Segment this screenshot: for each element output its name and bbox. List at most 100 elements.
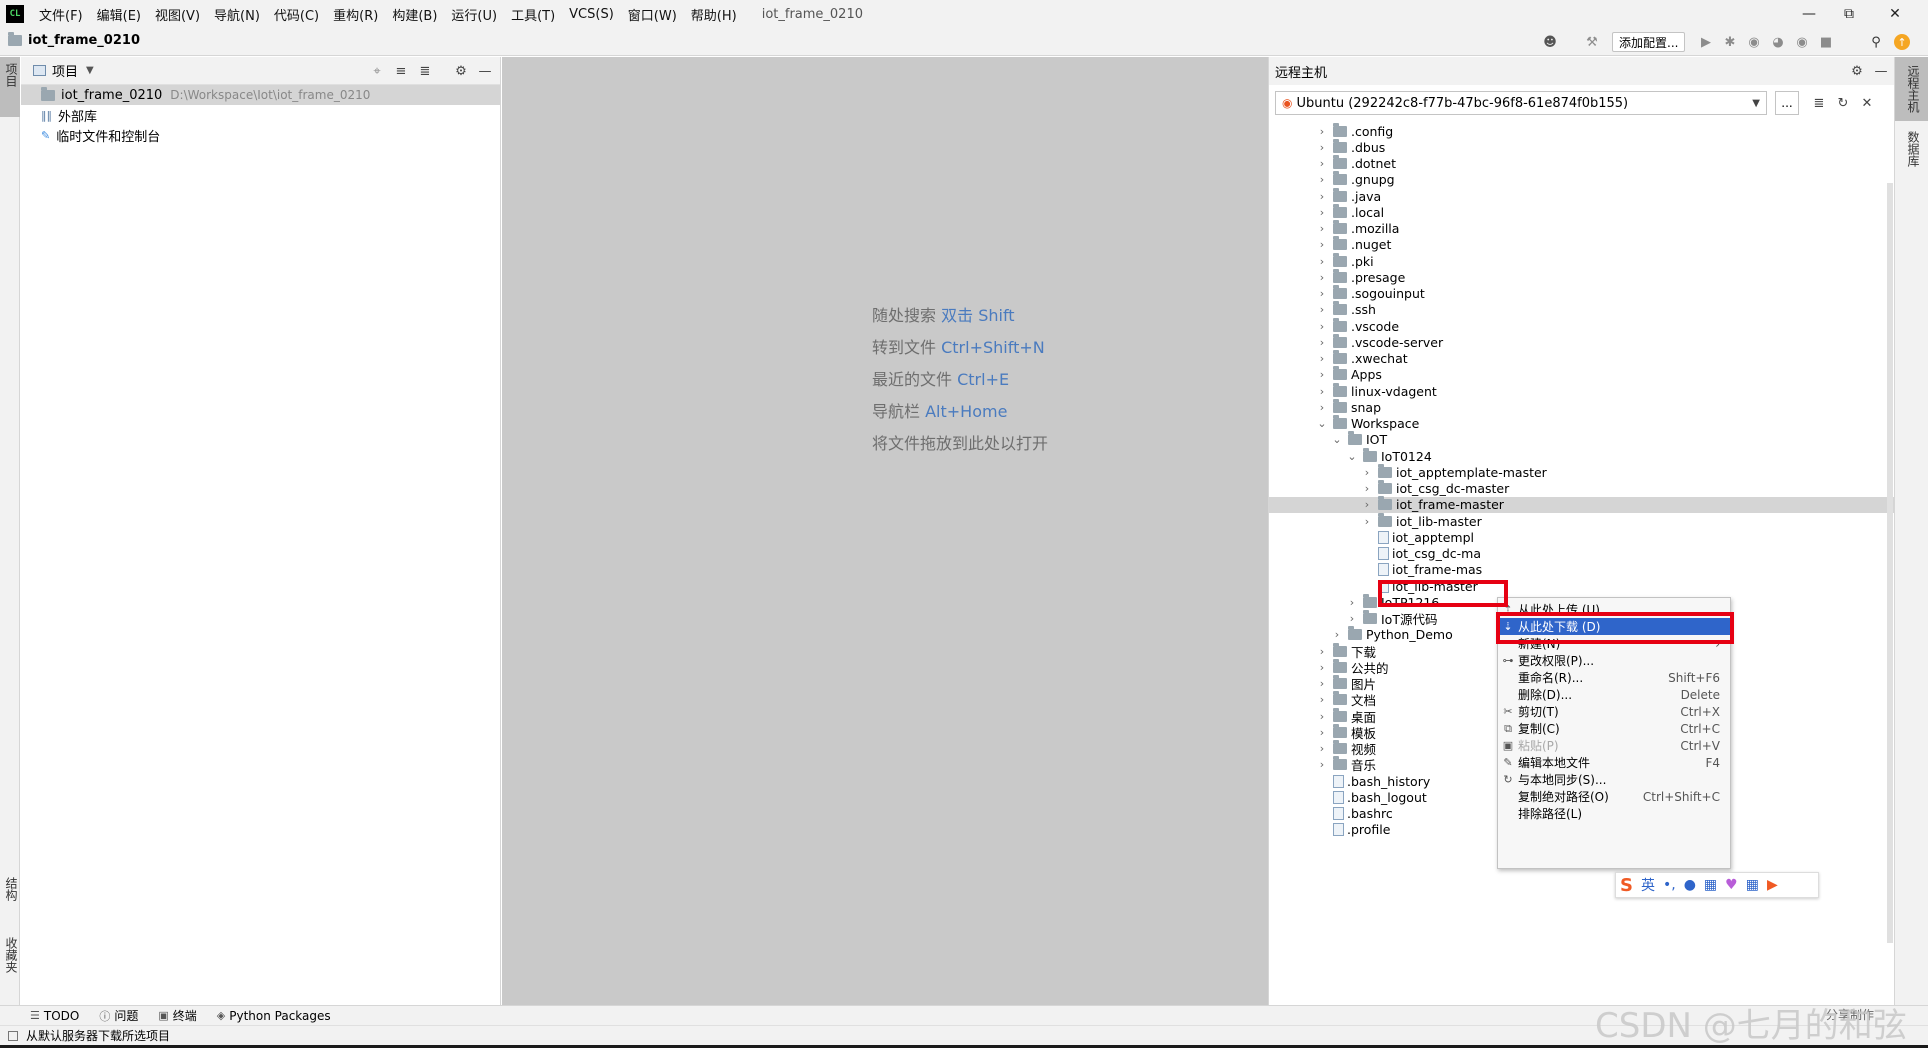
refresh-icon[interactable]: ↻ bbox=[1835, 95, 1851, 111]
close-icon[interactable]: ✕ bbox=[1859, 95, 1875, 111]
breadcrumb[interactable]: iot_frame_0210 bbox=[8, 32, 140, 48]
chevron-right-icon[interactable]: › bbox=[1315, 352, 1329, 365]
restore-icon[interactable]: ⧉ bbox=[1826, 0, 1872, 28]
chevron-right-icon[interactable]: › bbox=[1315, 726, 1329, 739]
gear-icon[interactable]: ⚙ bbox=[1849, 63, 1865, 79]
context-menu-item[interactable]: ▣ 粘贴(P) Ctrl+V bbox=[1498, 737, 1730, 754]
remote-tree-row[interactable]: › .dbus bbox=[1269, 138, 1895, 155]
project-tree-external-libs[interactable]: ‖‖ 外部库 bbox=[21, 105, 500, 125]
menu-item-5[interactable]: 重构(R) bbox=[326, 5, 385, 24]
menu-item-11[interactable]: 帮助(H) bbox=[684, 5, 744, 24]
stop-icon[interactable]: ■ bbox=[1818, 34, 1834, 50]
context-menu-item[interactable]: ↻ 与本地同步(S)... bbox=[1498, 771, 1730, 788]
chevron-right-icon[interactable]: › bbox=[1315, 157, 1329, 170]
chevron-right-icon[interactable]: › bbox=[1315, 401, 1329, 414]
locate-icon[interactable]: ⌖ bbox=[369, 63, 385, 79]
remote-tree-row[interactable]: › snap bbox=[1269, 398, 1895, 415]
tool-tab[interactable]: ⓘ 问题 bbox=[99, 1007, 138, 1024]
editor-area[interactable]: 随处搜索 双击 Shift 转到文件 Ctrl+Shift+N 最近的文件 Ctrl… bbox=[502, 57, 1268, 1005]
grid-icon[interactable]: ▦ bbox=[1746, 877, 1759, 893]
chevron-down-icon[interactable]: ⌄ bbox=[1345, 450, 1359, 463]
remote-tree-row[interactable]: iot_csg_dc-ma bbox=[1269, 546, 1895, 562]
remote-tree-row[interactable]: › .nuget bbox=[1269, 236, 1895, 253]
chevron-right-icon[interactable]: › bbox=[1315, 742, 1329, 755]
chevron-right-icon[interactable]: › bbox=[1345, 612, 1359, 625]
collapse-all-icon[interactable]: ≣ bbox=[417, 63, 433, 79]
host-select[interactable]: ◉ Ubuntu (292242c8-f77b-47bc-96f8-61e874… bbox=[1275, 91, 1767, 115]
remote-tree-row[interactable]: › .java bbox=[1269, 187, 1895, 204]
chevron-down-icon[interactable]: ⌄ bbox=[1330, 433, 1344, 446]
remote-host-tab[interactable]: 远程主机 bbox=[1905, 65, 1922, 113]
remote-tree-row[interactable]: › .dotnet bbox=[1269, 155, 1895, 172]
attach-icon[interactable]: ◉ bbox=[1794, 34, 1810, 50]
project-tree-root[interactable]: iot_frame_0210 D:\Workspace\Iot\iot_fram… bbox=[21, 85, 500, 105]
remote-tree-row[interactable]: › .vscode bbox=[1269, 317, 1895, 334]
gear-icon[interactable]: ⚙ bbox=[453, 63, 469, 79]
browse-button[interactable]: ... bbox=[1775, 91, 1799, 115]
chevron-right-icon[interactable]: › bbox=[1315, 368, 1329, 381]
chevron-right-icon[interactable]: › bbox=[1315, 222, 1329, 235]
chevron-right-icon[interactable]: › bbox=[1315, 758, 1329, 771]
chevron-right-icon[interactable]: › bbox=[1315, 661, 1329, 674]
remote-tree-row[interactable]: iot_frame-mas bbox=[1269, 562, 1895, 578]
add-configuration-button[interactable]: 添加配置... bbox=[1612, 32, 1686, 52]
menu-item-7[interactable]: 运行(U) bbox=[444, 5, 504, 24]
remote-tree-row[interactable]: › iot_csg_dc-master bbox=[1269, 480, 1895, 497]
remote-tree-row[interactable]: › .gnupg bbox=[1269, 171, 1895, 188]
remote-tree-row[interactable]: › .vscode-server bbox=[1269, 333, 1895, 350]
remote-tree-row[interactable]: › .mozilla bbox=[1269, 220, 1895, 237]
chevron-right-icon[interactable]: › bbox=[1315, 238, 1329, 251]
chevron-right-icon[interactable]: › bbox=[1315, 336, 1329, 349]
remote-tree-row[interactable]: › .xwechat bbox=[1269, 350, 1895, 367]
chevron-right-icon[interactable]: › bbox=[1315, 320, 1329, 333]
remote-tree-row[interactable]: › .presage bbox=[1269, 268, 1895, 285]
hammer-icon[interactable]: ⚒ bbox=[1584, 34, 1600, 50]
keyboard-icon[interactable]: ▦ bbox=[1704, 877, 1717, 893]
favorites-tab[interactable]: 收藏夹 bbox=[3, 937, 20, 973]
chevron-right-icon[interactable]: › bbox=[1315, 693, 1329, 706]
update-icon[interactable]: ↑ bbox=[1894, 34, 1910, 50]
chevron-right-icon[interactable]: › bbox=[1360, 515, 1374, 528]
remote-tree-row[interactable]: › linux-vdagent bbox=[1269, 382, 1895, 399]
menu-item-10[interactable]: 窗口(W) bbox=[621, 5, 684, 24]
chevron-right-icon[interactable]: › bbox=[1315, 303, 1329, 316]
context-menu-item[interactable]: ⧉ 复制(C) Ctrl+C bbox=[1498, 720, 1730, 737]
project-view-label[interactable]: 项目 bbox=[52, 61, 78, 80]
run-icon[interactable]: ▶ bbox=[1698, 34, 1714, 50]
microphone-icon[interactable]: ● bbox=[1684, 877, 1696, 893]
chevron-right-icon[interactable]: › bbox=[1315, 271, 1329, 284]
punctuation-icon[interactable]: •, bbox=[1663, 877, 1676, 893]
chevron-right-icon[interactable]: › bbox=[1330, 628, 1344, 641]
context-menu-item[interactable]: 删除(D)... Delete bbox=[1498, 686, 1730, 703]
tool-tab[interactable]: ▣ 终端 bbox=[158, 1007, 196, 1024]
project-tab[interactable]: 项目 bbox=[3, 63, 20, 87]
chevron-right-icon[interactable]: › bbox=[1315, 173, 1329, 186]
chevron-right-icon[interactable]: › bbox=[1315, 677, 1329, 690]
collapse-all-icon[interactable]: ≣ bbox=[1811, 95, 1827, 111]
chevron-right-icon[interactable]: › bbox=[1315, 125, 1329, 138]
profile-icon[interactable]: ◕ bbox=[1770, 34, 1786, 50]
context-menu-item[interactable]: ✎ 编辑本地文件 F4 bbox=[1498, 754, 1730, 771]
menu-item-8[interactable]: 工具(T) bbox=[504, 5, 562, 24]
search-icon[interactable]: ⚲ bbox=[1868, 34, 1884, 50]
coverage-icon[interactable]: ◉ bbox=[1746, 34, 1762, 50]
chevron-right-icon[interactable]: › bbox=[1345, 596, 1359, 609]
remote-tree-row[interactable]: ⌄ IOT bbox=[1269, 431, 1895, 448]
chevron-right-icon[interactable]: › bbox=[1360, 466, 1374, 479]
remote-tree-row[interactable]: ⌄ IoT0124 bbox=[1269, 447, 1895, 464]
menu-item-3[interactable]: 导航(N) bbox=[207, 5, 267, 24]
database-tab[interactable]: 数据库 bbox=[1905, 131, 1922, 167]
remote-tree-row[interactable]: iot_apptempl bbox=[1269, 529, 1895, 545]
chevron-right-icon[interactable]: › bbox=[1315, 287, 1329, 300]
project-tree-scratches[interactable]: ✎ 临时文件和控制台 bbox=[21, 125, 500, 145]
expand-all-icon[interactable]: ≡ bbox=[393, 63, 409, 79]
chevron-down-icon[interactable]: ▼ bbox=[86, 65, 94, 76]
close-icon[interactable]: ✕ bbox=[1872, 0, 1918, 28]
debug-icon[interactable]: ✱ bbox=[1722, 34, 1738, 50]
chevron-right-icon[interactable]: › bbox=[1315, 190, 1329, 203]
context-menu-item[interactable]: 重命名(R)... Shift+F6 bbox=[1498, 669, 1730, 686]
chevron-right-icon[interactable]: › bbox=[1315, 255, 1329, 268]
context-menu-item[interactable]: ✂ 剪切(T) Ctrl+X bbox=[1498, 703, 1730, 720]
more-icon[interactable]: ▶ bbox=[1767, 877, 1778, 893]
hide-icon[interactable]: — bbox=[1873, 63, 1889, 79]
